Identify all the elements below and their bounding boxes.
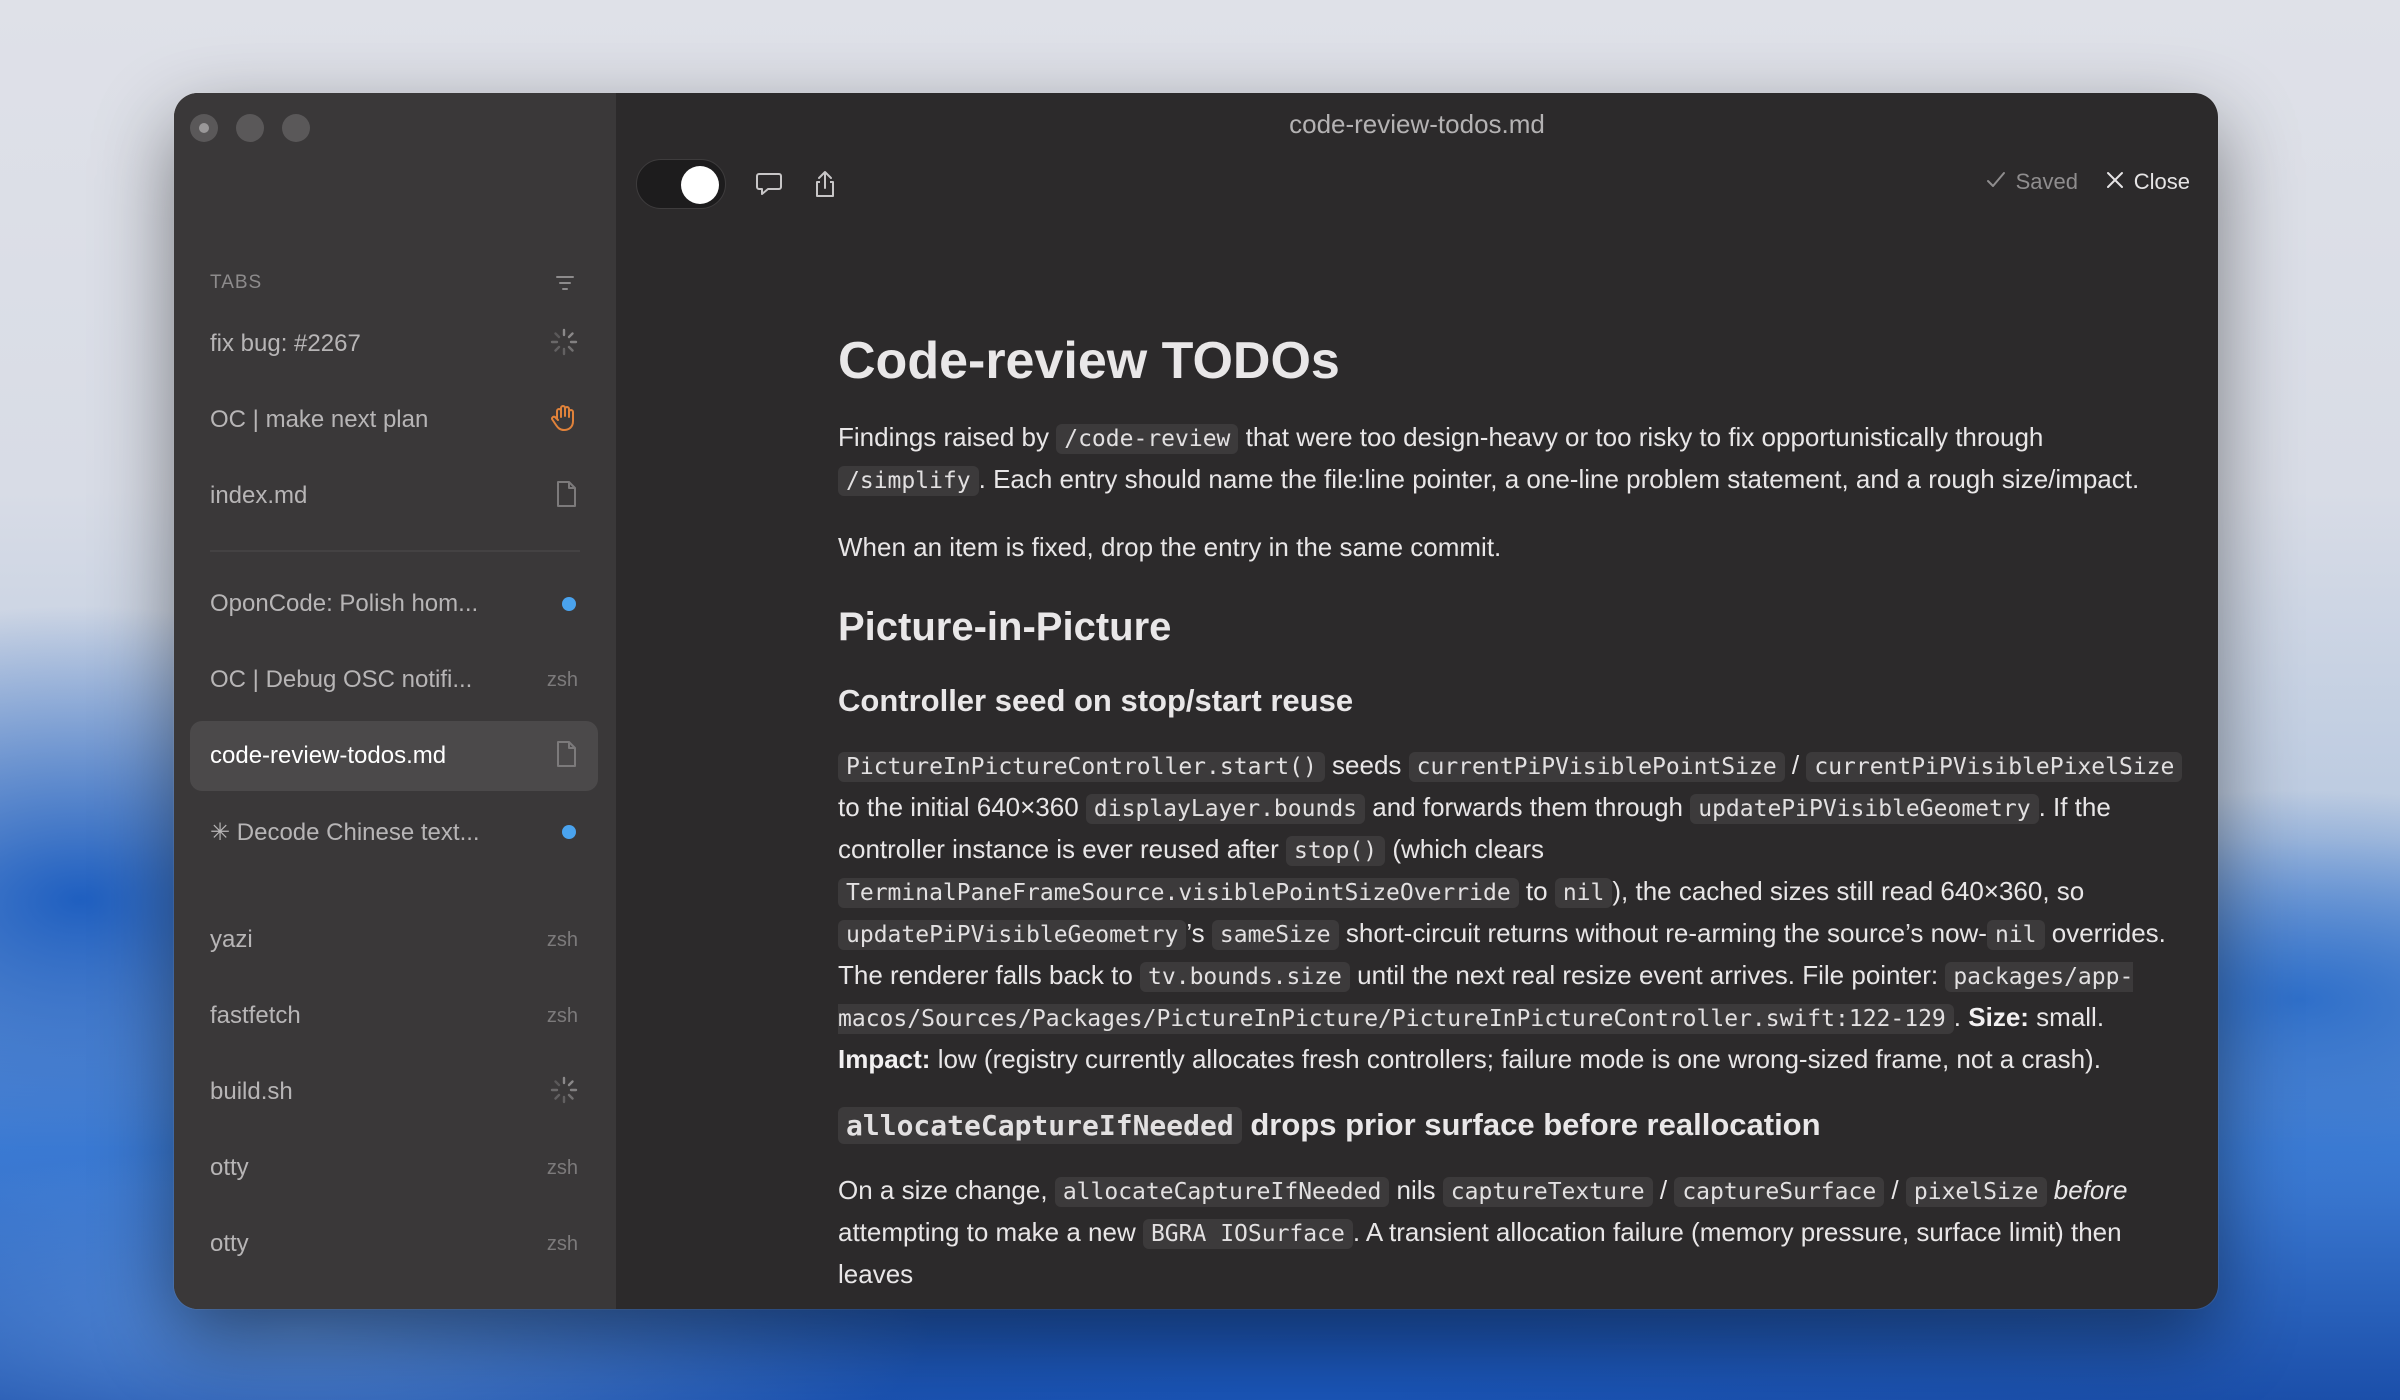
share-icon[interactable] <box>808 167 842 201</box>
doc-paragraph: Findings raised by /code-review that wer… <box>838 422 2140 496</box>
app-window: TABS fix bug: #2267 OC | make next plan … <box>174 93 2218 1309</box>
sidebar-item-debug-osc[interactable]: OC | Debug OSC notifi... zsh <box>190 645 598 715</box>
sidebar-item-label: OponCode: Polish hom... <box>210 590 479 617</box>
sidebar-item-label: otty <box>210 1230 249 1257</box>
filter-icon[interactable] <box>550 268 580 298</box>
markdown-document: Code-review TODOs Findings raised by /co… <box>838 323 2183 1309</box>
checkmark-icon <box>1986 169 2006 195</box>
sidebar-item-label: OC | make next plan <box>210 406 429 433</box>
shell-label: zsh <box>546 668 578 691</box>
main-pane: code-review-todos.md Saved Close Code-re… <box>616 93 2218 1309</box>
sidebar-item-fix-bug[interactable]: fix bug: #2267 <box>190 309 598 379</box>
sidebar-item-build-sh[interactable]: build.sh <box>190 1057 598 1127</box>
sidebar-item-decode-chinese[interactable]: ✳ Decode Chinese text... <box>190 797 598 867</box>
subsection-heading: Controller seed on stop/start reuse <box>838 683 1354 718</box>
tabs-header: TABS <box>210 263 580 303</box>
doc-paragraph: PictureInPictureController.start() seeds… <box>838 745 2183 1079</box>
subsection-heading: allocateCaptureIfNeeded drops prior surf… <box>838 1105 2183 1146</box>
sidebar-item-label: build.sh <box>210 1078 293 1105</box>
sidebar: TABS fix bug: #2267 OC | make next plan … <box>174 93 616 1309</box>
spinner-icon <box>550 328 578 361</box>
hand-icon <box>548 403 578 438</box>
document-icon <box>554 480 578 513</box>
document-icon <box>554 740 578 773</box>
comment-icon[interactable] <box>752 167 786 201</box>
sidebar-item-yazi[interactable]: yazi zsh <box>190 905 598 975</box>
sidebar-item-code-review-todos[interactable]: code-review-todos.md <box>190 721 598 791</box>
close-icon <box>2106 169 2124 195</box>
sidebar-item-label: fix bug: #2267 <box>210 330 361 357</box>
toggle-knob <box>681 166 719 204</box>
window-title: code-review-todos.md <box>1289 109 1545 139</box>
zoom-window-button[interactable] <box>282 114 310 142</box>
sidebar-item-label: fastfetch <box>210 1002 301 1029</box>
shell-label: zsh <box>546 1004 578 1027</box>
sidebar-item-label: code-review-todos.md <box>210 742 447 769</box>
sidebar-item-label: index.md <box>210 482 308 509</box>
sidebar-item-otty-2[interactable]: otty zsh <box>190 1209 598 1279</box>
tabs-header-label: TABS <box>210 272 263 293</box>
sidebar-item-otty-1[interactable]: otty zsh <box>190 1133 598 1203</box>
doc-paragraph: When an item is fixed, drop the entry in… <box>838 532 1502 562</box>
saved-status: Saved <box>1986 169 2078 195</box>
sidebar-item-fastfetch[interactable]: fastfetch zsh <box>190 981 598 1051</box>
close-button[interactable]: Close <box>2106 169 2190 195</box>
doc-paragraph: On a size change, allocateCaptureIfNeede… <box>838 1175 2128 1289</box>
sidebar-item-make-next-plan[interactable]: OC | make next plan <box>190 385 598 455</box>
shell-label: zsh <box>546 928 578 951</box>
sidebar-divider <box>210 550 580 552</box>
shell-label: zsh <box>546 1232 578 1255</box>
section-heading: Picture-in-Picture <box>838 605 1172 649</box>
sidebar-item-polish[interactable]: OponCode: Polish hom... <box>190 569 598 639</box>
sidebar-item-label: otty <box>210 1154 249 1181</box>
window-controls <box>190 114 310 142</box>
mode-toggle[interactable] <box>636 159 726 209</box>
sidebar-item-label: ✳ Decode Chinese text... <box>210 818 480 846</box>
doc-title: Code-review TODOs <box>838 332 1340 390</box>
close-window-button[interactable] <box>190 114 218 142</box>
minimize-window-button[interactable] <box>236 114 264 142</box>
sidebar-item-label: OC | Debug OSC notifi... <box>210 666 473 693</box>
shell-label: zsh <box>546 1156 578 1179</box>
spinner-icon <box>550 1076 578 1109</box>
status-dot <box>562 825 576 839</box>
status-dot <box>562 597 576 611</box>
sidebar-item-index-md[interactable]: index.md <box>190 461 598 531</box>
close-label: Close <box>2133 169 2190 194</box>
saved-label: Saved <box>2015 169 2078 194</box>
sidebar-item-label: yazi <box>210 926 253 953</box>
